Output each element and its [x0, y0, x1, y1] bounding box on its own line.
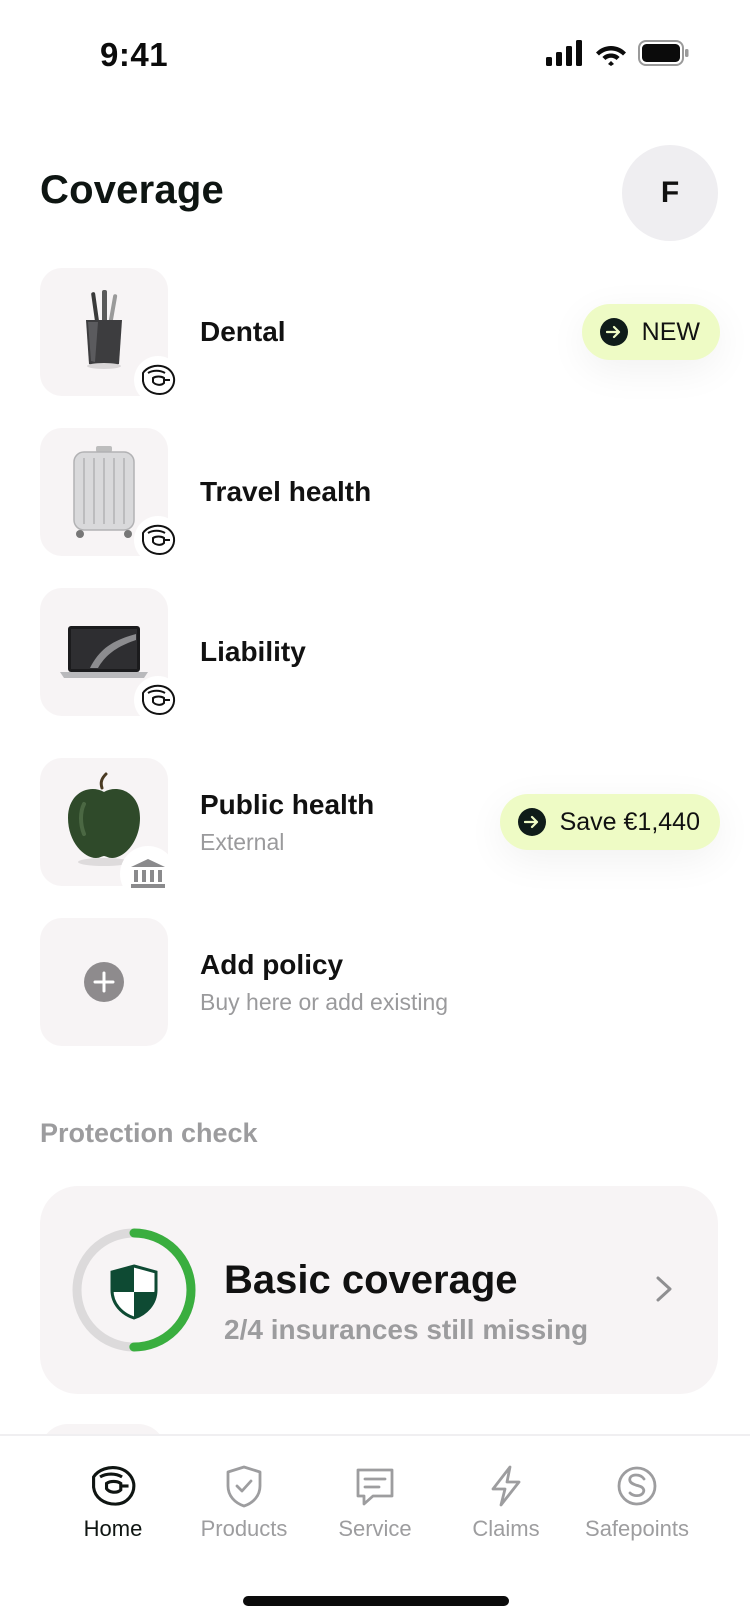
status-bar: 9:41 — [0, 0, 750, 110]
coverage-title: Add policy — [200, 948, 344, 980]
lightning-icon — [491, 1465, 521, 1507]
tab-safepoints[interactable]: Safepoints — [572, 1464, 702, 1542]
tab-home[interactable]: Home — [48, 1464, 178, 1542]
protection-title: Basic coverage — [224, 1258, 518, 1302]
pill-label: NEW — [641, 317, 700, 346]
liability-thumbnail — [40, 588, 182, 724]
section-label-protection-check: Protection check — [40, 1118, 258, 1148]
tab-label: Products — [200, 1516, 288, 1541]
brand-logo-icon — [142, 364, 176, 396]
travel-health-text: Travel health — [200, 428, 371, 556]
coverage-subtitle: External — [200, 828, 285, 855]
brand-logo-icon — [142, 684, 176, 716]
arrow-right-icon — [517, 808, 546, 836]
dental-text: Dental — [200, 268, 286, 396]
cellular-signal-icon — [546, 40, 582, 66]
coverage-title: Dental — [200, 316, 286, 347]
liability-text: Liability — [200, 588, 306, 716]
brand-badge — [134, 356, 182, 404]
tab-claims[interactable]: Claims — [441, 1464, 571, 1542]
chat-icon — [356, 1468, 394, 1506]
brand-badge — [134, 516, 182, 564]
bank-icon — [131, 859, 165, 888]
brand-logo-icon — [142, 524, 176, 556]
coverage-title: Travel health — [200, 476, 372, 507]
home-indicator — [243, 1596, 509, 1606]
plus-icon — [84, 962, 124, 1002]
wifi-icon — [596, 46, 626, 66]
add-policy-thumbnail — [40, 918, 168, 1046]
coverage-item-liability[interactable]: Liability — [40, 588, 720, 724]
battery-icon — [638, 40, 689, 66]
coverage-subtitle: Buy here or add existing — [200, 988, 449, 1015]
tab-label: Claims — [472, 1516, 540, 1541]
coverage-item-public-health[interactable]: Public health External Save €1,440 — [40, 758, 720, 902]
chevron-right-icon — [656, 1276, 672, 1302]
tab-label: Service — [338, 1516, 412, 1541]
public-health-thumbnail — [40, 758, 176, 902]
home-logo-icon — [92, 1466, 136, 1506]
add-policy-item[interactable]: Add policy Buy here or add existing — [40, 918, 720, 1046]
safepoints-coin-icon — [617, 1466, 657, 1506]
avatar[interactable]: F — [622, 145, 718, 241]
add-policy-text: Add policy Buy here or add existing — [200, 918, 448, 1046]
status-icons — [546, 40, 690, 66]
protection-subtitle: 2/4 insurances still missing — [224, 1314, 589, 1345]
protection-check-card[interactable]: Basic coverage 2/4 insurances still miss… — [40, 1186, 718, 1394]
tab-service[interactable]: Service — [310, 1464, 440, 1542]
external-badge — [120, 846, 176, 902]
save-offer-pill[interactable]: Save €1,440 — [499, 794, 720, 850]
public-health-text: Public health External — [200, 758, 374, 886]
coverage-title: Liability — [200, 636, 306, 667]
page-title: Coverage — [40, 168, 224, 212]
brand-badge — [134, 676, 182, 724]
travel-health-thumbnail — [40, 428, 182, 564]
new-badge-pill[interactable]: NEW — [581, 304, 720, 360]
tab-label: Safepoints — [585, 1516, 689, 1541]
shield-icon — [110, 1264, 158, 1320]
coverage-title: Public health — [200, 788, 375, 820]
tab-products[interactable]: Products — [179, 1464, 309, 1542]
shield-check-icon — [226, 1465, 262, 1508]
dental-thumbnail — [40, 268, 182, 404]
coverage-item-dental[interactable]: Dental NEW — [40, 268, 720, 404]
pill-label: Save €1,440 — [559, 807, 700, 836]
tab-label: Home — [83, 1516, 143, 1541]
arrow-right-icon — [599, 318, 628, 346]
status-time: 9:41 — [100, 36, 169, 73]
coverage-item-travel-health[interactable]: Travel health — [40, 428, 720, 564]
